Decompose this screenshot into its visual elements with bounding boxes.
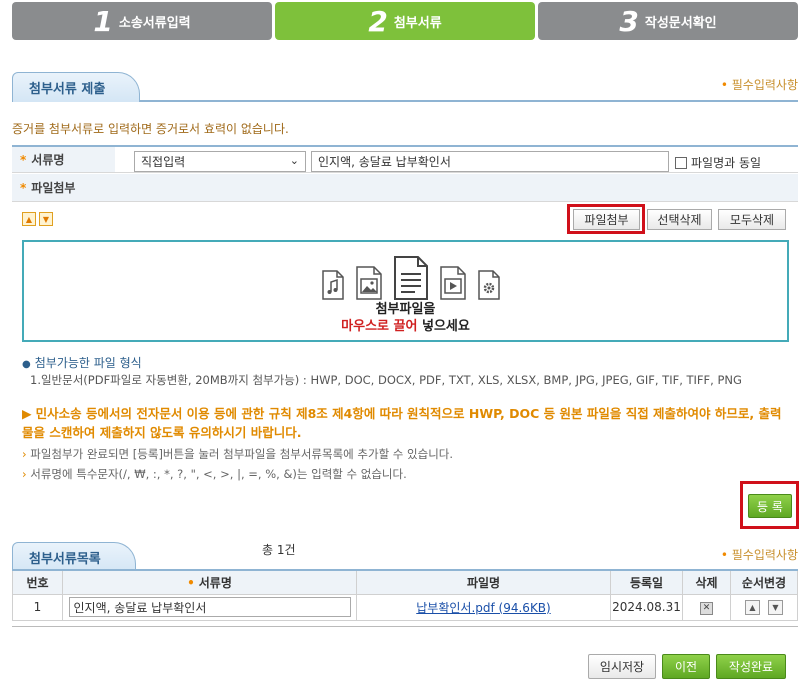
col-date: 등록일 — [610, 569, 683, 595]
attach-row: * 파일첨부 — [12, 174, 798, 202]
formats-list: 1.일반문서(PDF파일로 자동변환, 20MB까지 첨부가능) : HWP, … — [30, 373, 742, 387]
info-line-2-text: 서류명에 특수문자(/, ₩, :, *, ?, ", <, >, |, =, … — [30, 467, 407, 481]
same-as-filename-checkbox[interactable]: 파일명과 동일 — [675, 154, 761, 171]
list-required-note: • 필수입력사항 — [720, 548, 798, 562]
attach-label: * 파일첨부 — [12, 174, 115, 201]
prev-button[interactable]: 이전 — [662, 654, 710, 679]
step-1-number: 1 — [93, 4, 113, 38]
step-3-label: 작성문서확인 — [644, 15, 717, 31]
doc-name-label: * 서류명 — [12, 147, 115, 172]
attach-file-button[interactable]: 파일첨부 — [573, 209, 640, 230]
info-line-2: › 서류명에 특수문자(/, ₩, :, *, ?, ", <, >, |, =… — [22, 467, 407, 481]
list-section-title: 첨부서류목록 — [12, 542, 136, 572]
same-as-filename-label: 파일명과 동일 — [691, 156, 762, 170]
step-1: 1 소송서류입력 — [12, 2, 272, 40]
chevron-down-icon: ⌄ — [289, 154, 299, 167]
evidence-notice: 증거를 첨부서류로 입력하면 증거로서 효력이 없습니다. — [12, 122, 289, 136]
required-note: • 필수입력사항 — [720, 78, 798, 92]
row-doc-name-input[interactable]: 인지액, 송달료 납부확인서 — [68, 597, 351, 617]
document-file-icon — [394, 256, 428, 300]
checkbox-box[interactable] — [675, 156, 687, 169]
row-date: 2024.08.31 — [610, 593, 683, 621]
step-2-number: 2 — [368, 4, 388, 38]
order-arrows: ▲ ▼ — [22, 212, 53, 226]
move-up-icon[interactable]: ▲ — [22, 212, 36, 226]
info-line-1: › 파일첨부가 완료되면 [등록]버튼을 눌러 첨부파일을 첨부서류목록에 추가… — [22, 447, 454, 461]
footer-divider — [12, 626, 798, 627]
step-1-label: 소송서류입력 — [118, 15, 191, 31]
col-no: 번호 — [12, 569, 63, 595]
row-no: 1 — [12, 593, 63, 621]
formats-title-text: 첨부가능한 파일 형식 — [34, 356, 142, 370]
doc-name-row: *서류명 직접입력 ⌄ 파일명과 동일 — [12, 145, 798, 173]
step-2: 2 첨부서류 — [275, 2, 535, 40]
attach-section-title: 첨부서류 제출 — [12, 72, 141, 102]
audio-file-icon — [322, 270, 344, 300]
move-down-icon[interactable]: ▼ — [39, 212, 53, 226]
doc-name-input[interactable] — [311, 151, 669, 172]
doc-type-select-value: 직접입력 — [141, 155, 186, 169]
row-delete-cell: ✕ — [682, 593, 731, 621]
table-header-row: 번호 • 서류명 파일명 등록일 삭제 순서변경 — [12, 569, 798, 595]
move-down-icon[interactable]: ▼ — [768, 600, 783, 615]
attach-label-text: 파일첨부 — [31, 181, 76, 195]
col-order: 순서변경 — [730, 569, 798, 595]
col-file-name: 파일명 — [356, 569, 611, 595]
register-button[interactable]: 등 록 — [748, 494, 792, 518]
video-file-icon — [440, 266, 466, 300]
table-row: 1 인지액, 송달료 납부확인서 납부확인서.pdf (94.6KB) 2024… — [12, 593, 798, 621]
col-doc-name-text: 서류명 — [198, 575, 232, 590]
delete-all-button[interactable]: 모두삭제 — [718, 209, 786, 230]
drop-zone-text-2: 마우스로 끌어 넣으세요 — [24, 315, 787, 334]
doc-name-label-text: 서류명 — [31, 153, 65, 167]
col-doc-name: • 서류명 — [62, 569, 357, 595]
file-link[interactable]: 납부확인서.pdf (94.6KB) — [416, 601, 550, 615]
delete-icon[interactable]: ✕ — [700, 601, 713, 615]
row-doc-name-cell: 인지액, 송달료 납부확인서 — [62, 593, 357, 621]
info-line-1-text: 파일첨부가 완료되면 [등록]버튼을 눌러 첨부파일을 첨부서류목록에 추가할 … — [30, 447, 454, 461]
file-type-icons — [321, 256, 501, 300]
row-file-name-cell: 납부확인서.pdf (94.6KB) — [356, 593, 611, 621]
attach-section-header: 첨부서류 제출 • 필수입력사항 — [12, 70, 798, 102]
required-note-text: 필수입력사항 — [731, 78, 798, 92]
list-section-header: 첨부서류목록 • 필수입력사항 — [12, 538, 798, 572]
list-required-note-text: 필수입력사항 — [731, 548, 798, 562]
delete-selected-button[interactable]: 선택삭제 — [647, 209, 712, 230]
warning-text: ▶ 민사소송 등에서의 전자문서 이용 등에 관한 규칙 제8조 제4항에 따라 … — [22, 406, 782, 440]
row-order-cell: ▲ ▼ — [730, 593, 798, 621]
image-file-icon — [356, 266, 382, 300]
move-up-icon[interactable]: ▲ — [745, 600, 760, 615]
formats-title: ● 첨부가능한 파일 형식 — [22, 356, 142, 370]
step-2-label: 첨부서류 — [393, 15, 442, 31]
attachment-count: 총 1건 — [262, 543, 296, 557]
col-delete: 삭제 — [682, 569, 731, 595]
step-3: 3 작성문서확인 — [538, 2, 798, 40]
step-indicator: 1 소송서류입력 2 첨부서류 3 작성문서확인 — [12, 2, 798, 40]
drop-zone-drag-text: 마우스로 끌어 — [341, 319, 418, 334]
doc-type-select[interactable]: 직접입력 ⌄ — [134, 151, 306, 172]
temp-save-button[interactable]: 임시저장 — [588, 654, 656, 679]
warning-body: 민사소송 등에서의 전자문서 이용 등에 관한 규칙 제8조 제4항에 따라 원… — [22, 406, 782, 440]
complete-button[interactable]: 작성완료 — [716, 654, 786, 679]
file-drop-zone[interactable]: 첨부파일을 마우스로 끌어 넣으세요 — [22, 240, 789, 342]
step-3-number: 3 — [619, 4, 639, 38]
attachment-table: 번호 • 서류명 파일명 등록일 삭제 순서변경 1 인지액, 송달료 납부확인서… — [12, 569, 798, 621]
drop-zone-rest-text: 넣으세요 — [417, 319, 470, 334]
settings-file-icon — [478, 270, 500, 300]
